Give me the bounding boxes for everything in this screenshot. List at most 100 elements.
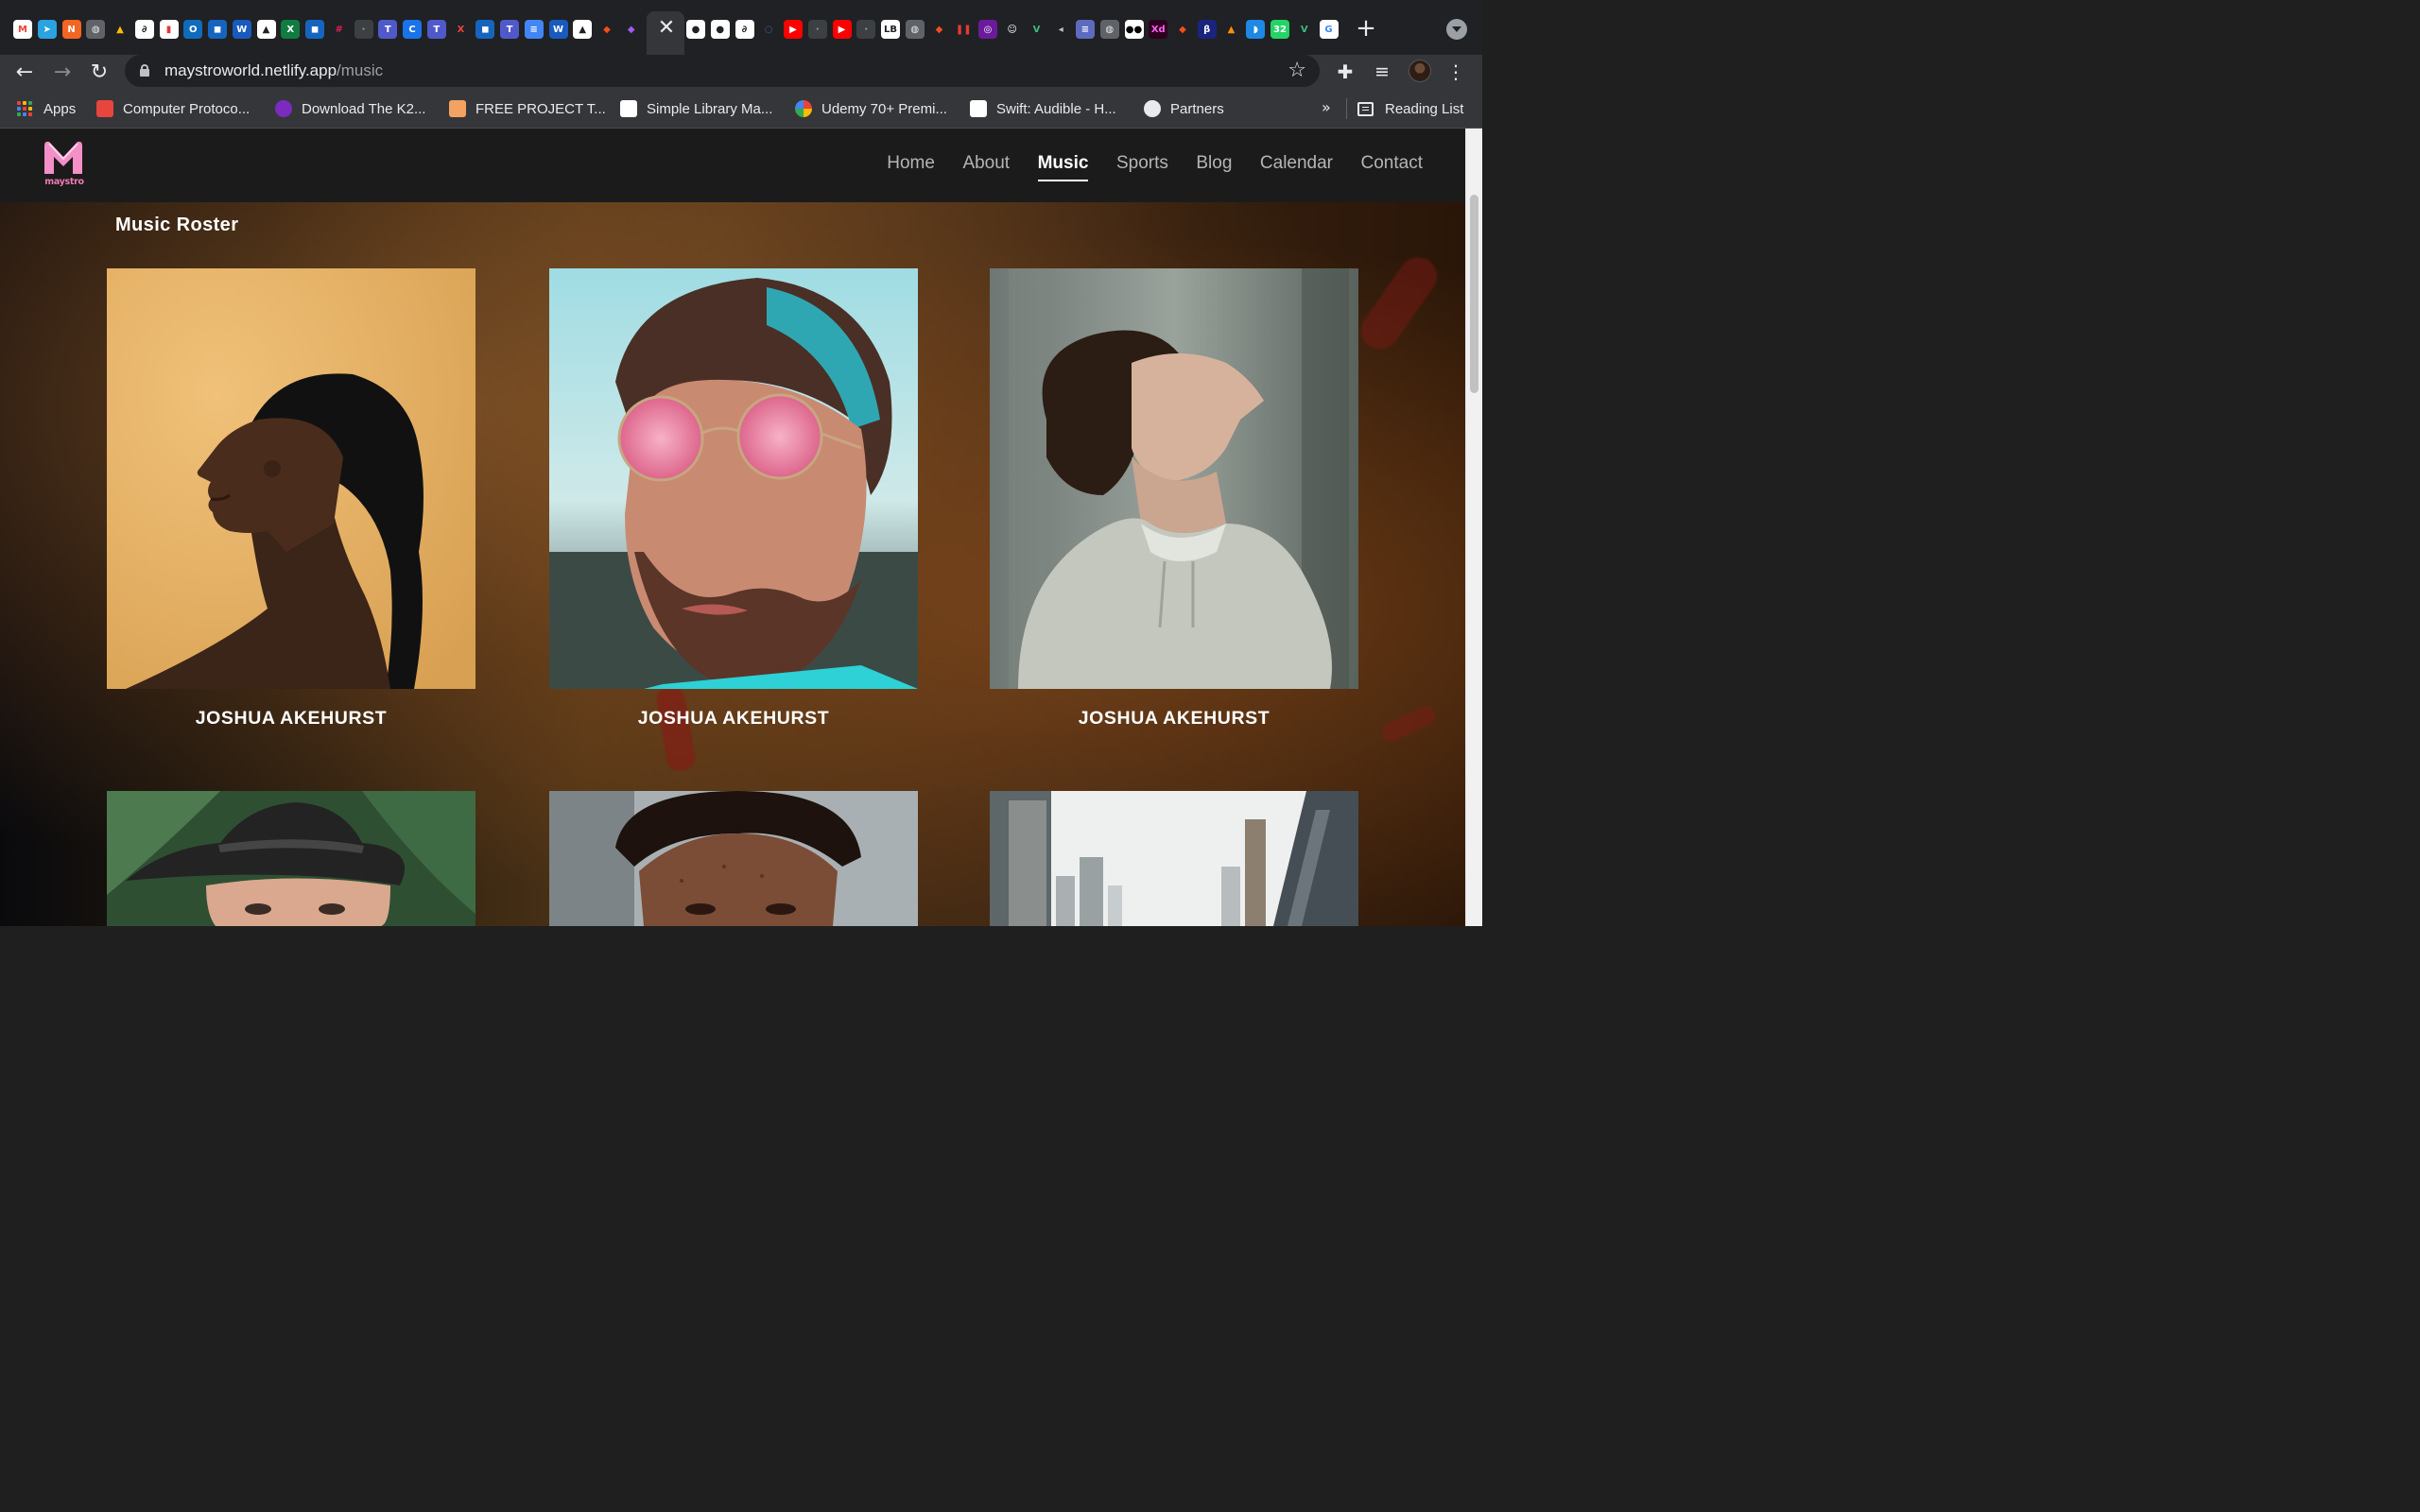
bookmark-download-k2[interactable]: Download The K2... xyxy=(275,98,425,119)
slack-icon[interactable]: # xyxy=(329,20,349,39)
tab-favicons-left: M ➤ N ◍ ▲ ∂ ▮ O ◼ W ▲ X ◼ # · T C T X ◼ T ≡ W ▲ ◆ ◆ xyxy=(13,19,647,40)
tab-blue-shield-icon[interactable]: ◼ xyxy=(475,20,495,39)
tab-dark-icon[interactable]: · xyxy=(354,20,373,39)
google-drive-icon[interactable]: ▲ xyxy=(111,20,130,39)
site-logo[interactable]: maystro xyxy=(40,140,89,191)
tab-blue-circle-icon[interactable]: ◌ xyxy=(759,20,779,39)
globe-icon[interactable]: ◍ xyxy=(86,20,106,39)
extensions-puzzle-icon[interactable]: ✚ xyxy=(1333,57,1357,87)
artist-photo-man-sunglasses[interactable] xyxy=(549,268,918,689)
bookmark-udemy[interactable]: Udemy 70+ Premi... xyxy=(795,98,947,119)
github-icon[interactable]: ● xyxy=(710,20,730,39)
telegram-icon[interactable]: ➤ xyxy=(37,20,57,39)
tab-triangle-icon[interactable]: ▲ xyxy=(573,20,593,39)
teams-icon[interactable]: T xyxy=(378,20,398,39)
media-queue-icon[interactable]: ≡ xyxy=(1369,57,1395,87)
figma-icon[interactable]: ◆ xyxy=(1173,20,1192,39)
whatsapp-icon[interactable]: 32 xyxy=(1270,20,1289,39)
reading-list-button[interactable]: Reading List xyxy=(1357,98,1463,119)
tab-x-icon[interactable]: X xyxy=(451,20,471,39)
bookmark-computer-protocol[interactable]: Computer Protoco... xyxy=(96,98,250,119)
gmail-icon[interactable]: M xyxy=(13,20,32,39)
globe-icon[interactable]: ◍ xyxy=(905,20,925,39)
tab-blue-shield-icon[interactable]: ◼ xyxy=(208,20,227,39)
outlook-icon[interactable]: O xyxy=(183,20,203,39)
bookmark-star-icon[interactable]: ☆ xyxy=(1288,59,1306,82)
nav-music[interactable]: Music xyxy=(1037,153,1088,181)
speaker-icon[interactable]: ◂ xyxy=(1051,20,1071,39)
tab-search-chevron-icon[interactable] xyxy=(1446,19,1467,40)
kebab-menu-icon[interactable]: ⋮ xyxy=(1446,57,1465,87)
google-docs-icon[interactable]: ≡ xyxy=(524,20,544,39)
vue-icon[interactable]: V xyxy=(1294,20,1314,39)
bookmarks-overflow-icon[interactable]: » xyxy=(1322,98,1331,116)
nav-sports[interactable]: Sports xyxy=(1116,153,1168,178)
nav-calendar[interactable]: Calendar xyxy=(1260,153,1333,178)
address-bar[interactable]: maystroworld.netlify.app/music ☆ xyxy=(125,55,1320,87)
bookmark-partners[interactable]: Partners xyxy=(1144,98,1224,119)
artist-name[interactable]: JOSHUA AKEHURST xyxy=(107,708,475,730)
bookmark-simple-library[interactable]: Simple Library Ma... xyxy=(620,98,772,119)
bookmark-label: Swift: Audible - H... xyxy=(996,100,1116,117)
figma-icon[interactable]: ◆ xyxy=(597,20,616,39)
tab-purple-icon[interactable]: ◎ xyxy=(978,20,997,39)
tab-dark-icon[interactable]: · xyxy=(807,20,827,39)
nav-about[interactable]: About xyxy=(962,153,1010,178)
reload-icon[interactable]: ↻ xyxy=(84,57,114,87)
teams-icon[interactable]: T xyxy=(500,20,519,39)
word-icon[interactable]: W xyxy=(232,20,251,39)
artist-name[interactable]: JOSHUA AKEHURST xyxy=(990,708,1358,730)
scrollbar-thumb[interactable] xyxy=(1470,195,1478,393)
forward-arrow-icon[interactable]: → xyxy=(47,57,78,87)
tab-red-white-icon[interactable]: ▮ xyxy=(159,20,179,39)
tab-orange-triangle-icon[interactable]: ▲ xyxy=(1221,20,1241,39)
youtube-icon[interactable]: ▶ xyxy=(784,20,803,39)
adobe-xd-icon[interactable]: Xd xyxy=(1149,20,1168,39)
artist-photo-woman-hat[interactable] xyxy=(107,791,475,926)
back-arrow-icon[interactable]: ← xyxy=(9,57,40,87)
tab-list-icon[interactable]: ≡ xyxy=(1076,20,1095,39)
tab-blue-shield-icon[interactable]: ◼ xyxy=(305,20,324,39)
teams-icon[interactable]: T xyxy=(426,20,446,39)
word-icon[interactable]: W xyxy=(548,20,568,39)
nav-blog[interactable]: Blog xyxy=(1196,153,1232,178)
tab-triangle-icon[interactable]: ▲ xyxy=(256,20,276,39)
bookmark-swift-audible[interactable]: Swift: Audible - H... xyxy=(970,98,1116,119)
nav-home[interactable]: Home xyxy=(887,153,935,178)
tab-yellow-icon[interactable]: ∂ xyxy=(134,20,154,39)
figma-icon[interactable]: ◆ xyxy=(929,20,949,39)
google-icon[interactable]: G xyxy=(1319,20,1339,39)
nav-contact[interactable]: Contact xyxy=(1361,153,1423,178)
lock-icon[interactable] xyxy=(140,64,149,77)
artist-photo-man-curly[interactable] xyxy=(549,791,918,926)
tab-yellow-icon[interactable]: ∂ xyxy=(735,20,754,39)
bookmark-free-project[interactable]: FREE PROJECT T... xyxy=(449,98,606,119)
page-viewport: maystro Home About Music Sports Blog Cal… xyxy=(0,129,1465,926)
bookmark-apps[interactable]: Apps xyxy=(17,98,76,119)
tab-blue-leaf-icon[interactable]: ◗ xyxy=(1246,20,1266,39)
profile-avatar[interactable] xyxy=(1409,60,1431,82)
tab-bolt-icon[interactable]: β xyxy=(1197,20,1217,39)
youtube-icon[interactable]: ▶ xyxy=(832,20,852,39)
artist-photo-woman-profile[interactable] xyxy=(107,268,475,689)
tab-dark-icon[interactable]: · xyxy=(856,20,876,39)
new-tab-button[interactable]: + xyxy=(1355,16,1377,41)
medium-icon[interactable]: ●● xyxy=(1124,20,1144,39)
page-scrollbar[interactable] xyxy=(1465,129,1482,926)
tab-pause-icon[interactable]: ❚❚ xyxy=(954,20,974,39)
close-tab-icon[interactable]: ✕ xyxy=(657,18,676,39)
figma-icon[interactable]: ◆ xyxy=(621,20,641,39)
github-icon[interactable]: ● xyxy=(686,20,705,39)
excel-icon[interactable]: X xyxy=(281,20,301,39)
artist-name[interactable]: JOSHUA AKEHURST xyxy=(549,708,918,730)
lb-icon[interactable]: LB xyxy=(881,20,900,39)
artist-photo-city[interactable] xyxy=(990,791,1358,926)
globe-icon[interactable]: ◍ xyxy=(1099,20,1119,39)
vue-icon[interactable]: V xyxy=(1027,20,1046,39)
tab-ghost-icon[interactable]: ☺ xyxy=(1002,20,1022,39)
tab-c-icon[interactable]: C xyxy=(403,20,422,39)
url-host: maystroworld.netlify.app xyxy=(164,61,337,79)
url-text[interactable]: maystroworld.netlify.app/music xyxy=(164,61,383,80)
artist-photo-man-hoodie[interactable] xyxy=(990,268,1358,689)
tab-orange-icon[interactable]: N xyxy=(61,20,81,39)
